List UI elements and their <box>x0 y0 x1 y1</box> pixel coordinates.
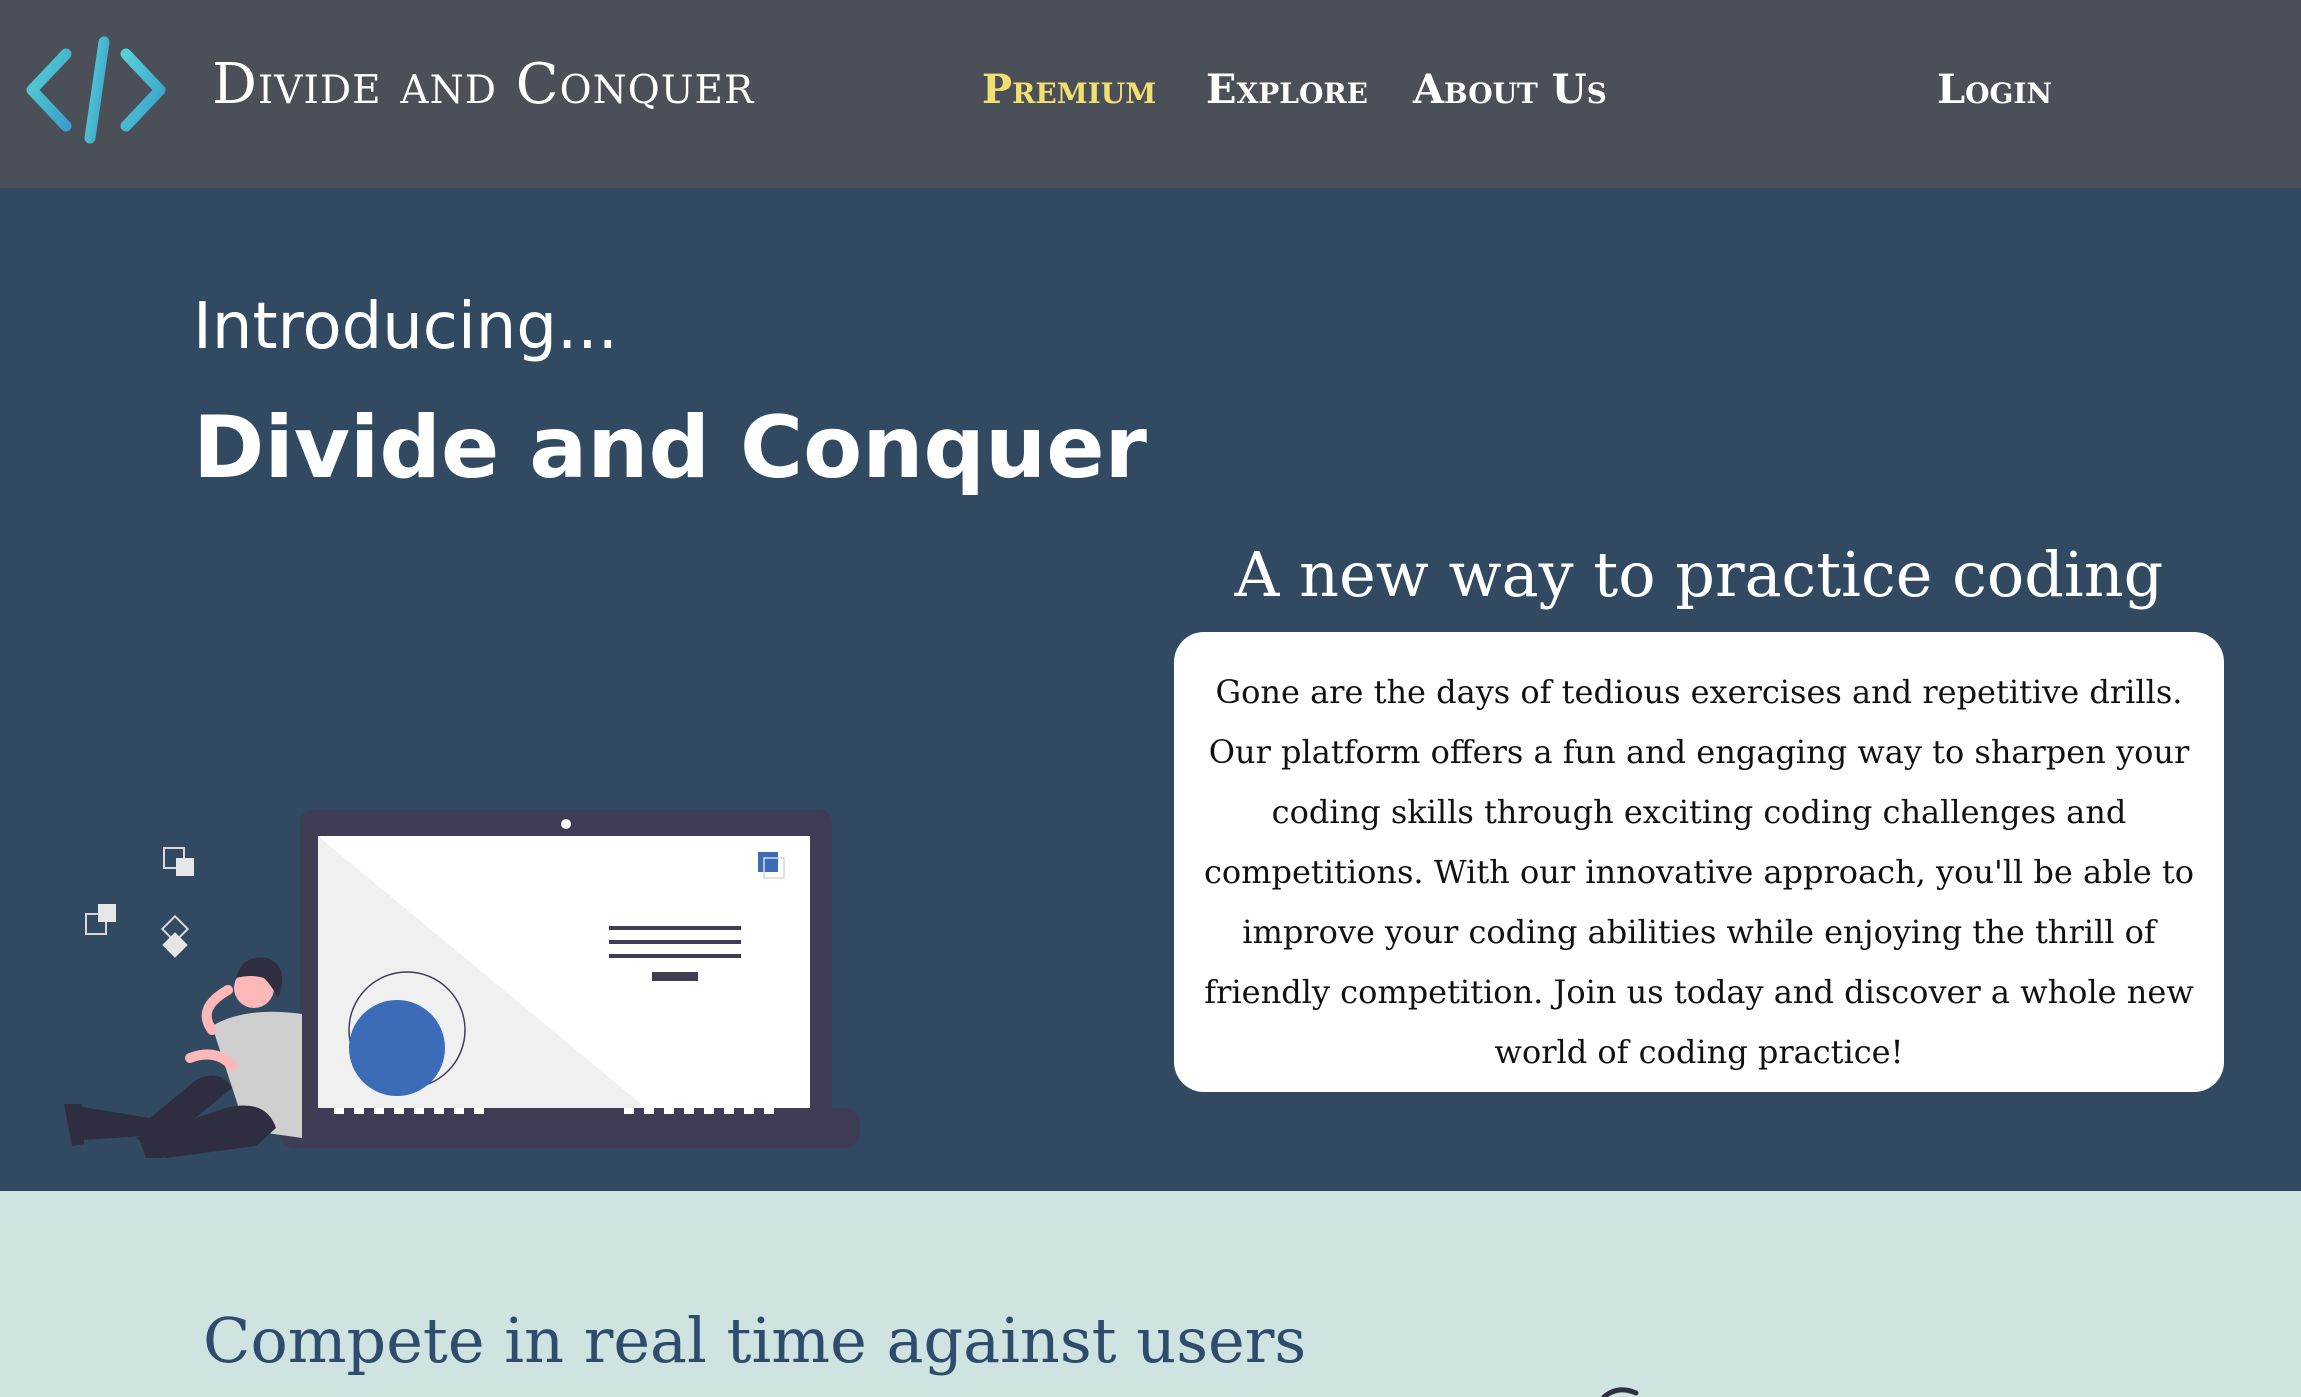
hero-section: Introducing... Divide and Conquer A new … <box>0 188 2301 1191</box>
hero-tagline: A new way to practice coding <box>1234 538 2164 611</box>
nav-login-link[interactable]: Login <box>1937 66 2052 113</box>
compete-section-title: Compete in real time against users <box>203 1304 1307 1377</box>
floating-squares-decoration <box>85 847 194 958</box>
compete-illustration-partial <box>1601 1387 1639 1397</box>
hero-intro: Introducing... <box>193 290 618 364</box>
nav-premium-link[interactable]: Premium <box>982 66 1156 113</box>
nav-explore-link[interactable]: Explore <box>1206 66 1368 113</box>
navbar: Divide and Conquer Premium Explore About… <box>0 0 2301 188</box>
person-figure <box>64 957 302 1158</box>
hero-description-text: Gone are the days of tedious exercises a… <box>1203 673 2195 1071</box>
code-brackets-icon[interactable] <box>26 34 166 146</box>
hero-description-card: Gone are the days of tedious exercises a… <box>1174 632 2224 1092</box>
nav-about-us-link[interactable]: About Us <box>1413 66 1607 113</box>
laptop-person-illustration <box>64 810 860 1158</box>
brand-name[interactable]: Divide and Conquer <box>212 52 754 117</box>
hero-title: Divide and Conquer <box>193 398 1147 498</box>
